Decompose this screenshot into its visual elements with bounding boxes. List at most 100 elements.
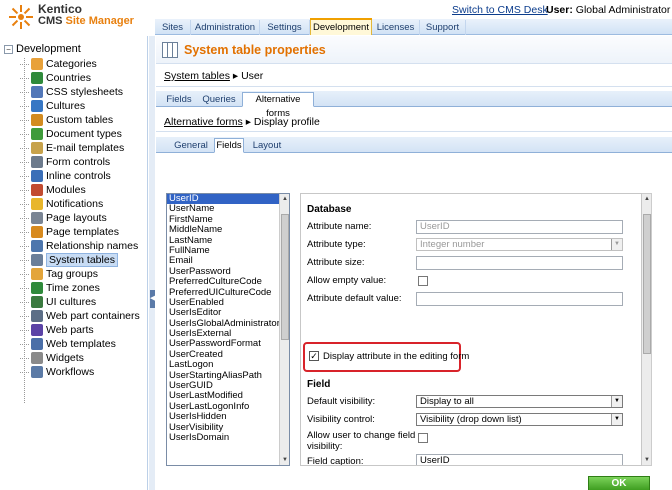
fields-list-scrollbar[interactable]: ▲ ▼ — [279, 194, 289, 465]
display-attribute-checkbox[interactable]: ✓ — [309, 351, 319, 361]
tree-item[interactable]: Notifications — [20, 197, 103, 211]
tree-item-label: Cultures — [46, 100, 86, 112]
tree-item[interactable]: Cultures — [20, 99, 85, 113]
tab-support[interactable]: Support — [420, 20, 466, 35]
tree-item[interactable]: Modules — [20, 183, 86, 197]
tree-item[interactable]: UI cultures — [20, 295, 96, 309]
display-attribute-label: Display attribute in the editing form — [323, 351, 470, 362]
visibility-control-select[interactable]: Visibility (drop down list) ▼ — [416, 413, 623, 426]
tree-item-label: Page layouts — [46, 212, 107, 224]
tree-item[interactable]: Tag groups — [20, 267, 98, 281]
system-tables-icon — [31, 254, 43, 266]
tree-item[interactable]: Web templates — [20, 337, 116, 351]
tree-item[interactable]: Relationship names — [20, 239, 138, 253]
attribute-size-input[interactable] — [416, 256, 623, 270]
field-list-item[interactable]: UserIsDomain — [167, 432, 289, 443]
document-types-icon — [31, 128, 43, 140]
tree-connector — [20, 259, 29, 261]
scroll-thumb[interactable] — [643, 214, 651, 354]
tree-item[interactable]: Web parts — [20, 323, 94, 337]
tree-connector — [20, 133, 29, 135]
tree-connector — [20, 371, 29, 373]
tab-fields[interactable]: Fields — [164, 93, 194, 107]
tree-item[interactable]: Widgets — [20, 351, 84, 365]
tree-item[interactable]: Page templates — [20, 225, 119, 239]
scroll-up-icon[interactable]: ▲ — [642, 194, 652, 204]
tree-item[interactable]: Workflows — [20, 365, 94, 379]
divider — [156, 131, 672, 132]
tab-licenses[interactable]: Licenses — [372, 20, 420, 35]
database-heading: Database — [307, 204, 352, 215]
tree-connector — [20, 301, 29, 303]
tree-item[interactable]: Document types — [20, 127, 122, 141]
tree-item[interactable]: E-mail templates — [20, 141, 124, 155]
tree-item[interactable]: Countries — [20, 71, 91, 85]
custom-table-icon — [31, 114, 43, 126]
tab-alternative-forms[interactable]: Alternative forms — [242, 92, 314, 119]
tab-administration[interactable]: Administration — [191, 20, 260, 35]
tree-item-label: Notifications — [46, 198, 104, 210]
tree-item[interactable]: Custom tables — [20, 113, 113, 127]
field-list-item[interactable]: MiddleName — [167, 224, 289, 235]
allow-empty-checkbox[interactable] — [418, 276, 428, 286]
properties-scrollbar[interactable]: ▲ ▼ — [642, 193, 652, 466]
tree-item[interactable]: Inline controls — [20, 169, 111, 183]
email-icon — [31, 142, 43, 154]
tree-connector — [20, 217, 29, 219]
notifications-icon — [31, 198, 43, 210]
attribute-type-label: Attribute type: — [307, 239, 366, 250]
tree-connector — [20, 147, 29, 149]
tree-item[interactable]: Categories — [20, 57, 97, 71]
fields-editor: UserID UserName FirstName MiddleName LastNam… — [156, 177, 672, 490]
tree-root-development[interactable]: − Development — [4, 43, 81, 55]
tree-connector — [20, 231, 29, 233]
categories-icon — [31, 58, 43, 70]
tree-item-label: Web parts — [46, 324, 94, 336]
collapse-pane-arrow-icon[interactable]: ◀ — [150, 290, 155, 308]
tree-item[interactable]: Form controls — [20, 155, 110, 169]
logo-product: CMS Site Manager — [38, 15, 134, 27]
tree-item[interactable]: Time zones — [20, 281, 100, 295]
scroll-thumb[interactable] — [281, 214, 289, 340]
tree-item-label: Form controls — [46, 156, 111, 168]
tab-layout[interactable]: Layout — [249, 139, 285, 153]
tree-connector — [20, 119, 29, 121]
default-visibility-label: Default visibility: — [307, 396, 376, 407]
main-panel: System table properties System tables ▸ … — [156, 36, 672, 490]
relationship-icon — [31, 240, 43, 252]
field-caption-input[interactable]: UserID — [416, 454, 623, 465]
attribute-default-input[interactable] — [416, 292, 623, 306]
breadcrumb-system-tables-link[interactable]: System tables — [164, 70, 230, 82]
tab-general[interactable]: General — [170, 139, 212, 153]
fields-listbox[interactable]: UserID UserName FirstName MiddleName LastNam… — [166, 193, 290, 466]
tab-queries[interactable]: Queries — [200, 93, 238, 107]
field-list-item[interactable]: PreferredCultureCode — [167, 276, 289, 287]
allow-change-visibility-checkbox[interactable] — [418, 433, 428, 443]
tab-development[interactable]: Development — [310, 18, 372, 35]
breadcrumb-current: User — [241, 70, 264, 82]
tree-item[interactable]: System tables — [20, 253, 118, 267]
breadcrumb-alternative-forms-link[interactable]: Alternative forms — [164, 116, 243, 128]
breadcrumb-alternative: Alternative forms ▸ Display profile — [164, 116, 320, 128]
collapse-icon[interactable]: − — [4, 44, 13, 54]
tab-settings[interactable]: Settings — [260, 20, 310, 35]
tree-root-label: Development — [16, 43, 81, 55]
scroll-down-icon[interactable]: ▼ — [642, 455, 652, 465]
scroll-down-icon[interactable]: ▼ — [280, 455, 289, 465]
ok-button[interactable]: OK — [588, 476, 650, 490]
switch-to-cms-desk-link[interactable]: Switch to CMS Desk — [452, 4, 548, 16]
pane-splitter[interactable] — [149, 36, 155, 490]
tab-sites[interactable]: Sites — [155, 20, 191, 35]
tab-fields-sub[interactable]: Fields — [214, 138, 244, 153]
tree-item[interactable]: CSS stylesheets — [20, 85, 123, 99]
web-templates-icon — [31, 338, 43, 350]
tree-item[interactable]: Page layouts — [20, 211, 107, 225]
tree-item[interactable]: Web part containers — [20, 309, 140, 323]
object-tabs: Fields Queries Alternative forms — [156, 91, 672, 119]
attribute-type-select[interactable]: Integer number ▼ — [416, 238, 623, 251]
page-title-bar: System table properties — [156, 36, 672, 64]
default-visibility-select[interactable]: Display to all ▼ — [416, 395, 623, 408]
attribute-name-input[interactable]: UserID — [416, 220, 623, 234]
scroll-up-icon[interactable]: ▲ — [280, 194, 289, 204]
attribute-size-label: Attribute size: — [307, 257, 365, 268]
